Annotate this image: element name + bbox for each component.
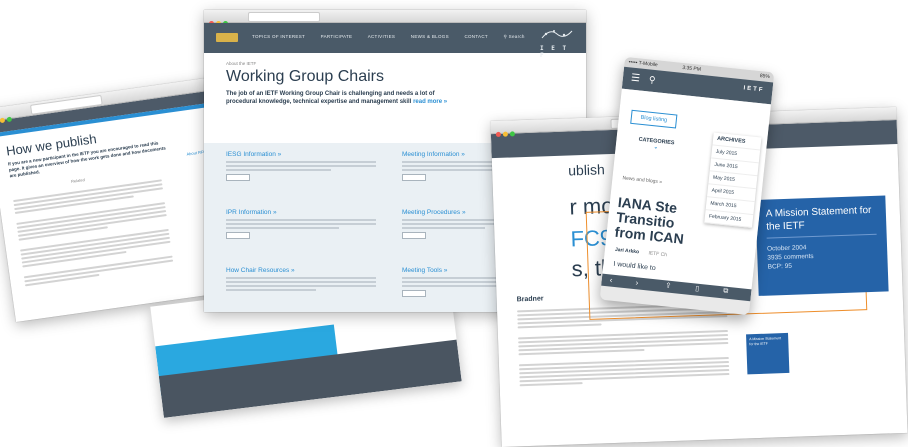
- archives-menu[interactable]: ARCHIVES July 2015 June 2015 May 2015 Ap…: [704, 132, 762, 229]
- card-heading[interactable]: IPR Information »: [226, 209, 376, 216]
- forward-arrow-icon[interactable]: ›: [635, 278, 639, 287]
- hamburger-menu-icon[interactable]: ☰: [630, 73, 640, 85]
- window-controls[interactable]: [495, 123, 518, 142]
- lede-body: The job of an IETF Working Group Chair i…: [226, 91, 435, 105]
- card-heading[interactable]: IESG Information »: [226, 151, 376, 158]
- clock-label: 3:35 PM: [682, 64, 702, 73]
- search-link[interactable]: ⚲ Search: [504, 34, 539, 39]
- read-more-link[interactable]: read more »: [413, 99, 447, 105]
- nav-item-participate[interactable]: PARTICIPATE: [321, 34, 353, 39]
- ietf-logo-icon: IETF: [743, 85, 765, 94]
- back-arrow-icon[interactable]: ‹: [609, 275, 613, 284]
- card-button[interactable]: [226, 174, 250, 181]
- post-title[interactable]: IANA Ste Transitio from ICAN: [614, 194, 688, 247]
- site-logo[interactable]: [216, 33, 238, 42]
- address-bar[interactable]: [248, 12, 320, 22]
- nav-item-activities[interactable]: ACTIVITIES: [368, 34, 396, 39]
- search-label: Search: [508, 34, 525, 39]
- categories-dropdown[interactable]: CATEGORIES ⌄: [623, 129, 690, 160]
- share-icon[interactable]: ⇪: [665, 281, 672, 290]
- card-button[interactable]: [402, 174, 426, 181]
- card-iesg: IESG Information »: [226, 151, 376, 181]
- card-heading[interactable]: How Chair Resources »: [226, 267, 376, 274]
- battery-label: 85%: [759, 73, 771, 81]
- card-button[interactable]: [226, 232, 250, 239]
- bookmarks-icon[interactable]: ▯: [695, 284, 700, 292]
- window-titlebar: [204, 10, 586, 26]
- mini-callout-title: A Mission Statement for the IETF: [749, 336, 782, 346]
- nav-item-topics[interactable]: TOPICS OF INTEREST: [252, 34, 305, 39]
- author-role: IETF Ch: [648, 250, 668, 259]
- nav-item-contact[interactable]: CONTACT: [464, 34, 488, 39]
- card-chair-resources: How Chair Resources »: [226, 267, 376, 293]
- post-author: Jari Arkko IETF Ch: [615, 247, 668, 258]
- section-heading: Bradner: [516, 295, 544, 304]
- site-nav-bar: TOPICS OF INTEREST PARTICIPATE ACTIVITIE…: [204, 23, 586, 59]
- ietf-logo-icon: I E T F: [540, 27, 574, 59]
- mobile-phone-mockup: ••••• T-Mobile 3:35 PM 85% ☰ ⚲ IETF Blog…: [599, 56, 775, 316]
- window-controls[interactable]: [0, 108, 15, 129]
- card-button[interactable]: [402, 232, 426, 239]
- page-title: Working Group Chairs: [226, 68, 384, 85]
- nav-menu: TOPICS OF INTEREST PARTICIPATE ACTIVITIE…: [252, 34, 553, 40]
- lede-text: The job of an IETF Working Group Chair i…: [226, 90, 466, 106]
- card-button[interactable]: [402, 290, 426, 297]
- search-icon[interactable]: ⚲: [648, 74, 656, 86]
- blog-listing-button[interactable]: Blog listing: [630, 109, 678, 129]
- partial-heading: ublish: [567, 161, 606, 179]
- author-name[interactable]: Jari Arkko: [615, 247, 640, 256]
- post-excerpt: I would like to: [613, 260, 656, 273]
- phone-content: Blog listing CATEGORIES ⌄ ARCHIVES July …: [602, 88, 771, 292]
- mini-callout[interactable]: A Mission Statement for the IETF: [746, 332, 790, 375]
- body-text-block: [13, 179, 174, 287]
- mission-statement-callout[interactable]: A Mission Statement for the IETF October…: [755, 195, 889, 296]
- nav-item-news[interactable]: NEWS & BLOGS: [411, 34, 449, 39]
- breadcrumb[interactable]: About the IETF: [226, 61, 564, 66]
- card-ipr: IPR Information »: [226, 209, 376, 239]
- news-blogs-link[interactable]: News and blogs »: [622, 175, 662, 185]
- callout-title: A Mission Statement for the IETF: [765, 204, 872, 233]
- tabs-icon[interactable]: ⧉: [723, 287, 729, 295]
